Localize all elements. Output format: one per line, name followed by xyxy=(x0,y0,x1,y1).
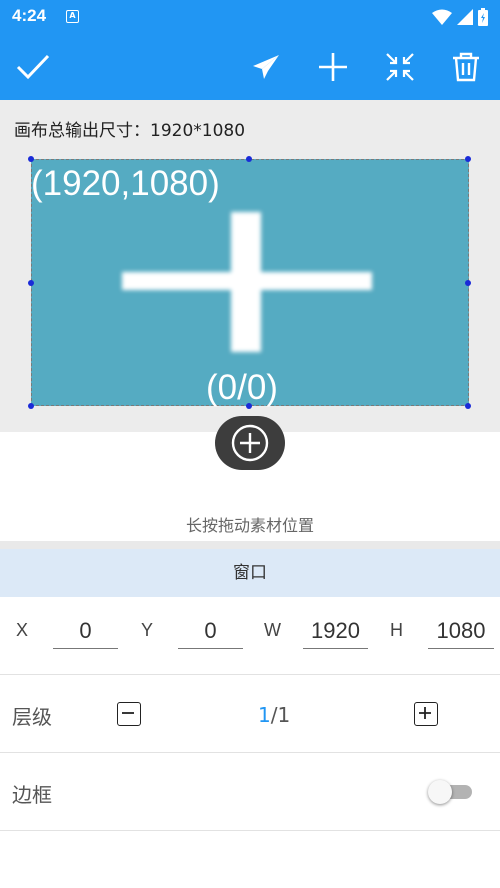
add-circle-icon xyxy=(231,424,269,462)
add-icon xyxy=(319,53,347,81)
wifi-icon xyxy=(432,9,452,25)
h-input[interactable] xyxy=(428,613,494,649)
x-input[interactable] xyxy=(53,613,118,649)
send-icon xyxy=(253,55,279,79)
border-row: 边框 xyxy=(0,753,500,831)
h-label: H xyxy=(390,620,403,640)
plus-icon xyxy=(419,707,431,719)
add-button[interactable] xyxy=(314,48,352,86)
divider xyxy=(0,541,500,549)
layer-total: /1 xyxy=(270,703,291,727)
add-material-button[interactable] xyxy=(215,416,285,470)
resize-handle-top[interactable] xyxy=(246,156,252,162)
layer-row: 层级 1/1 xyxy=(0,675,500,753)
confirm-button[interactable] xyxy=(14,48,52,86)
position-size-row: X Y W H xyxy=(0,597,500,675)
origin-coordinate: (0/0) xyxy=(206,368,278,407)
placeholder-plus-horizontal xyxy=(122,272,372,290)
resize-handle-bottom[interactable] xyxy=(246,403,252,409)
layer-label: 层级 xyxy=(12,705,52,729)
output-size-label: 画布总输出尺寸：1920*1080 xyxy=(14,121,246,141)
w-label: W xyxy=(264,620,281,640)
resize-handle-bottom-right[interactable] xyxy=(465,403,471,409)
resize-handle-bottom-left[interactable] xyxy=(28,403,34,409)
border-toggle[interactable] xyxy=(428,780,474,804)
resize-handle-top-left[interactable] xyxy=(28,156,34,162)
send-button[interactable] xyxy=(247,48,285,86)
top-right-coordinate: (1920,1080) xyxy=(31,164,220,203)
collapse-button[interactable] xyxy=(381,48,419,86)
battery-icon xyxy=(478,8,488,26)
layer-increase-button[interactable] xyxy=(414,702,438,726)
window-section-title: 窗口 xyxy=(0,549,500,597)
status-bar: 4:24 A xyxy=(0,0,500,34)
y-input[interactable] xyxy=(178,613,243,649)
border-label: 边框 xyxy=(12,783,52,807)
w-input[interactable] xyxy=(303,613,368,649)
system-icons xyxy=(432,8,488,26)
resize-handle-right[interactable] xyxy=(465,280,471,286)
resize-handle-top-right[interactable] xyxy=(465,156,471,162)
minus-icon xyxy=(122,712,134,714)
collapse-icon xyxy=(386,53,414,81)
layer-current: 1 xyxy=(258,703,271,727)
x-label: X xyxy=(16,620,29,640)
check-icon xyxy=(16,54,50,80)
action-toolbar xyxy=(0,34,500,100)
delete-button[interactable] xyxy=(447,48,485,86)
canvas-preview[interactable]: (1920,1080) (0/0) xyxy=(31,159,469,407)
resize-handle-left[interactable] xyxy=(28,280,34,286)
status-time: 4:24 xyxy=(12,6,47,25)
drag-hint: 长按拖动素材位置 xyxy=(185,516,314,535)
notification-icon: A xyxy=(66,10,79,23)
delete-icon xyxy=(453,52,479,82)
y-label: Y xyxy=(141,620,154,640)
layer-value: 1/1 xyxy=(258,703,290,727)
signal-icon xyxy=(457,9,473,25)
toggle-thumb xyxy=(428,780,452,804)
layer-decrease-button[interactable] xyxy=(117,702,141,726)
